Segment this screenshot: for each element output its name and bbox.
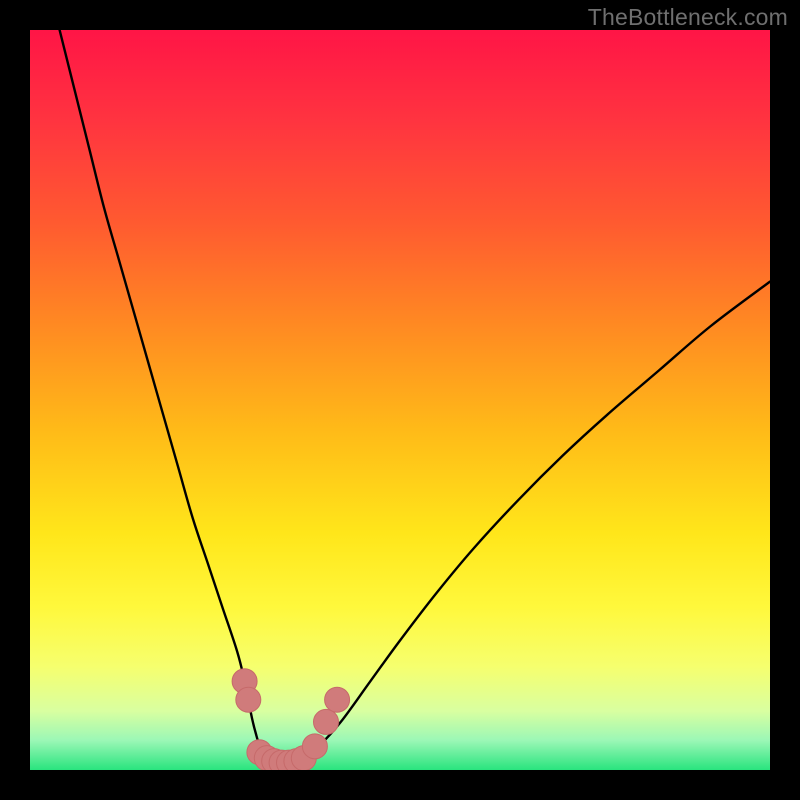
marker-point: [236, 687, 261, 712]
watermark-text: TheBottleneck.com: [588, 4, 788, 31]
gradient-background: [30, 30, 770, 770]
marker-point: [325, 687, 350, 712]
marker-point: [302, 734, 327, 759]
marker-point: [314, 709, 339, 734]
chart-frame: TheBottleneck.com: [0, 0, 800, 800]
plot-area: [30, 30, 770, 770]
plot-svg: [30, 30, 770, 770]
